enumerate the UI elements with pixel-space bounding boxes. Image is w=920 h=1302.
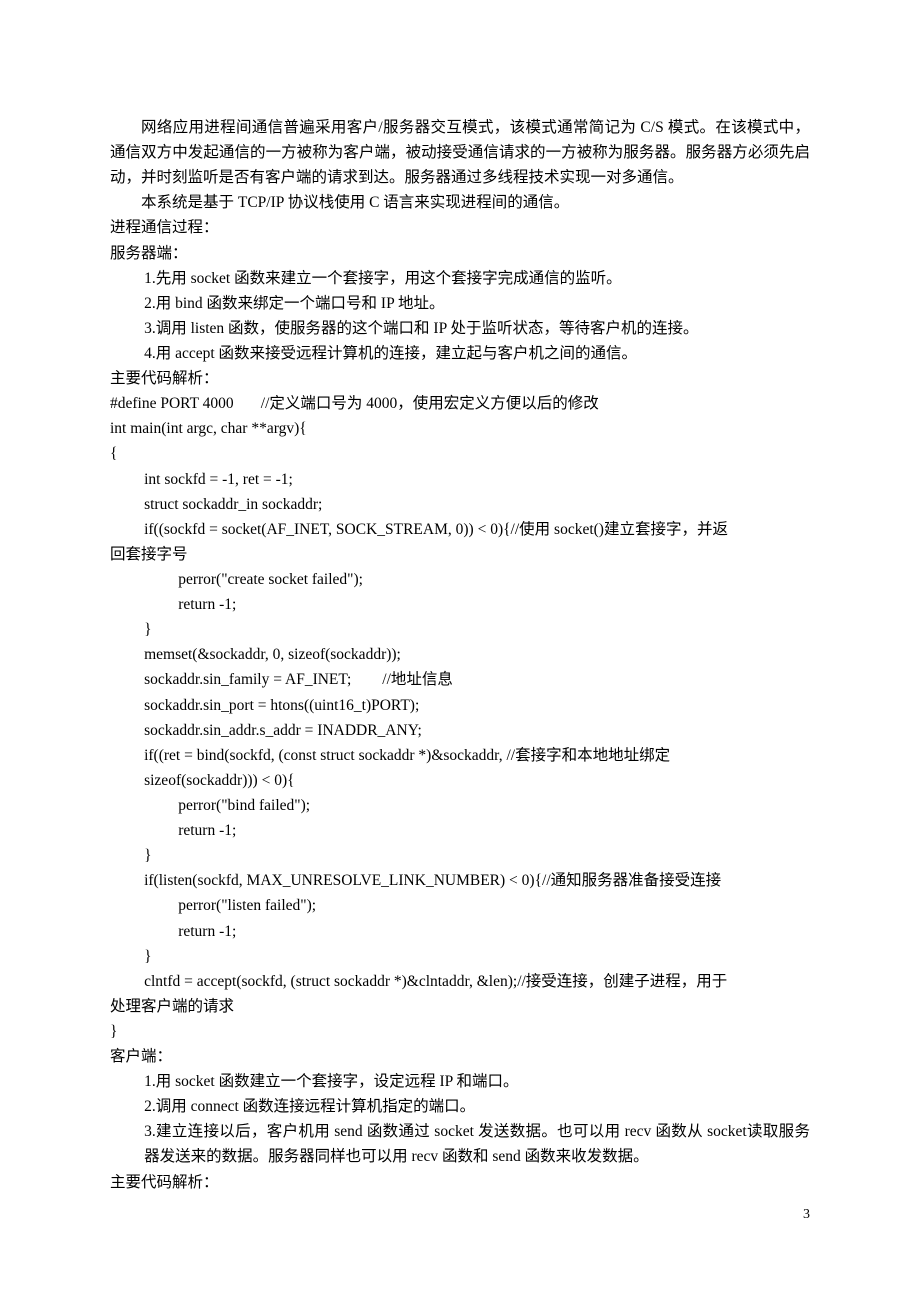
paragraph-system: 本系统是基于 TCP/IP 协议栈使用 C 语言来实现进程间的通信。 xyxy=(110,190,810,215)
heading-client: 客户端： xyxy=(110,1044,810,1069)
code-line: { xyxy=(110,441,810,466)
code-line: return -1; xyxy=(110,818,810,843)
code-line: memset(&sockaddr, 0, sizeof(sockaddr)); xyxy=(110,642,810,667)
code-line: #define PORT 4000 //定义端口号为 4000，使用宏定义方便以… xyxy=(110,391,810,416)
code-line: sizeof(sockaddr))) < 0){ xyxy=(110,768,810,793)
code-line: 处理客户端的请求 xyxy=(110,994,810,1019)
code-line: sockaddr.sin_addr.s_addr = INADDR_ANY; xyxy=(110,718,810,743)
heading-process: 进程通信过程： xyxy=(110,215,810,240)
code-line: return -1; xyxy=(110,919,810,944)
code-line: if((sockfd = socket(AF_INET, SOCK_STREAM… xyxy=(110,517,810,542)
code-line: if((ret = bind(sockfd, (const struct soc… xyxy=(110,743,810,768)
code-line: } xyxy=(110,944,810,969)
code-line: } xyxy=(110,843,810,868)
code-line: 回套接字号 xyxy=(110,542,810,567)
client-step-2: 2.调用 connect 函数连接远程计算机指定的端口。 xyxy=(110,1094,810,1119)
heading-code-analysis: 主要代码解析： xyxy=(110,366,810,391)
code-line: perror("listen failed"); xyxy=(110,893,810,918)
code-line: return -1; xyxy=(110,592,810,617)
code-line: perror("create socket failed"); xyxy=(110,567,810,592)
code-line: clntfd = accept(sockfd, (struct sockaddr… xyxy=(110,969,810,994)
server-step-3: 3.调用 listen 函数，使服务器的这个端口和 IP 处于监听状态，等待客户… xyxy=(110,316,810,341)
server-step-1: 1.先用 socket 函数来建立一个套接字，用这个套接字完成通信的监听。 xyxy=(110,266,810,291)
code-line: } xyxy=(110,617,810,642)
document-page: 网络应用进程间通信普遍采用客户/服务器交互模式，该模式通常简记为 C/S 模式。… xyxy=(0,0,920,1302)
code-line: sockaddr.sin_port = htons((uint16_t)PORT… xyxy=(110,693,810,718)
client-step-3: 3.建立连接以后，客户机用 send 函数通过 socket 发送数据。也可以用… xyxy=(110,1119,810,1169)
code-line: int sockfd = -1, ret = -1; xyxy=(110,467,810,492)
code-line: struct sockaddr_in sockaddr; xyxy=(110,492,810,517)
code-line: if(listen(sockfd, MAX_UNRESOLVE_LINK_NUM… xyxy=(110,868,810,893)
server-step-2: 2.用 bind 函数来绑定一个端口号和 IP 地址。 xyxy=(110,291,810,316)
code-line: } xyxy=(110,1019,810,1044)
paragraph-intro: 网络应用进程间通信普遍采用客户/服务器交互模式，该模式通常简记为 C/S 模式。… xyxy=(110,115,810,190)
code-line: perror("bind failed"); xyxy=(110,793,810,818)
heading-server: 服务器端： xyxy=(110,241,810,266)
client-step-1: 1.用 socket 函数建立一个套接字，设定远程 IP 和端口。 xyxy=(110,1069,810,1094)
page-number: 3 xyxy=(803,1204,810,1227)
heading-client-code: 主要代码解析： xyxy=(110,1170,810,1195)
server-step-4: 4.用 accept 函数来接受远程计算机的连接，建立起与客户机之间的通信。 xyxy=(110,341,810,366)
code-line: int main(int argc, char **argv){ xyxy=(110,416,810,441)
code-line: sockaddr.sin_family = AF_INET; //地址信息 xyxy=(110,667,810,692)
